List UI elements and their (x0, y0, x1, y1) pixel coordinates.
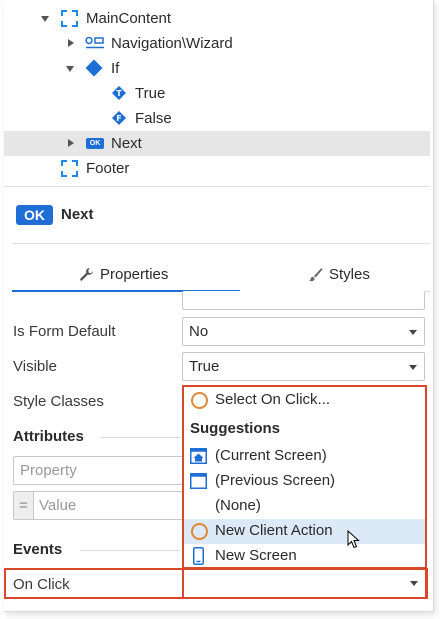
chevron-down-icon (409, 365, 417, 370)
if-diamond-icon (85, 59, 103, 77)
tab-label: Styles (329, 265, 370, 283)
option-label: Select On Click... (215, 391, 331, 408)
tree-label: MainContent (86, 10, 172, 27)
block-instance-icon (85, 37, 104, 49)
tree-item-if[interactable]: If (4, 56, 430, 81)
is-form-default-label: Is Form Default (13, 323, 116, 340)
divider (80, 550, 180, 551)
tree-label: False (135, 110, 172, 127)
chevron-right-icon[interactable] (68, 139, 74, 147)
scrolled-field[interactable] (182, 291, 425, 310)
false-branch-icon: F (112, 111, 126, 125)
widget-tree-properties-panel: MainContent Navigation\Wizard If T True … (4, 0, 434, 612)
tree-item-false[interactable]: F False (4, 106, 430, 131)
widget-title: Next (61, 206, 94, 223)
style-classes-label: Style Classes (13, 393, 104, 410)
home-screen-icon (190, 448, 207, 464)
visible-select[interactable]: True (182, 352, 425, 381)
screen-icon (190, 473, 207, 489)
is-form-default-select[interactable]: No (182, 317, 425, 346)
option-label: New Client Action (215, 522, 333, 539)
svg-text:T: T (116, 89, 122, 98)
option-previous-screen[interactable]: (Previous Screen) (184, 469, 425, 494)
tree-item-navigation-wizard[interactable]: Navigation\Wizard (4, 31, 430, 56)
input-placeholder: Property (20, 462, 77, 479)
brush-icon (309, 267, 323, 281)
visible-label: Visible (13, 358, 57, 375)
chevron-down-icon[interactable] (66, 66, 74, 72)
on-click-select[interactable] (182, 568, 427, 599)
select-value: True (189, 358, 220, 375)
select-value: No (189, 323, 209, 340)
chevron-right-icon[interactable] (68, 39, 74, 47)
divider (12, 243, 430, 244)
on-click-dropdown: Select On Click... Suggestions (Current … (182, 385, 427, 569)
circle-icon (191, 523, 208, 540)
chevron-down-icon (409, 330, 417, 335)
placeholder-icon (61, 10, 78, 27)
tree-label: Navigation\Wizard (111, 35, 233, 52)
placeholder-icon (61, 160, 78, 177)
tab-styles[interactable]: Styles (308, 256, 370, 292)
tree-label: Next (111, 135, 142, 152)
tree-label: Footer (86, 160, 130, 177)
select-on-click-option[interactable]: Select On Click... (184, 388, 425, 413)
input-placeholder: Value (39, 497, 77, 514)
tree-item-footer[interactable]: Footer (4, 156, 430, 181)
option-label: (Current Screen) (215, 447, 327, 464)
tree-label: If (111, 60, 120, 77)
mobile-screen-icon (193, 547, 204, 565)
tree-label: True (135, 85, 166, 102)
tree-item-next[interactable]: OK Next (4, 131, 430, 156)
divider (101, 437, 181, 438)
svg-text:F: F (116, 114, 121, 123)
chevron-down-icon[interactable] (41, 16, 49, 22)
tab-label: Properties (100, 265, 169, 283)
button-widget-icon: OK (86, 138, 104, 149)
suggestions-header: Suggestions (190, 420, 281, 437)
option-new-client-action[interactable]: New Client Action (184, 519, 425, 549)
equals-addon: = (14, 492, 34, 519)
tree-item-true[interactable]: T True (4, 81, 430, 106)
events-section-title: Events (13, 541, 63, 558)
divider (4, 186, 430, 187)
option-current-screen[interactable]: (Current Screen) (184, 444, 425, 469)
tree-item-maincontent[interactable]: MainContent (4, 6, 430, 31)
attribute-property-input[interactable]: Property (13, 456, 193, 485)
widget-type-badge: OK (16, 205, 53, 225)
true-branch-icon: T (112, 86, 126, 100)
chevron-down-icon (410, 581, 418, 586)
option-label: (Previous Screen) (215, 472, 336, 489)
on-click-label: On Click (13, 576, 70, 593)
option-label: (None) (215, 497, 261, 514)
option-new-screen[interactable]: New Screen (184, 544, 425, 569)
option-label: New Screen (215, 547, 297, 564)
attribute-value-input[interactable]: = Value (13, 491, 193, 520)
tab-properties[interactable]: Properties (79, 256, 168, 292)
circle-icon (191, 392, 208, 409)
option-none[interactable]: (None) (184, 494, 425, 519)
attributes-section-title: Attributes (13, 428, 84, 445)
wrench-icon (80, 267, 93, 281)
